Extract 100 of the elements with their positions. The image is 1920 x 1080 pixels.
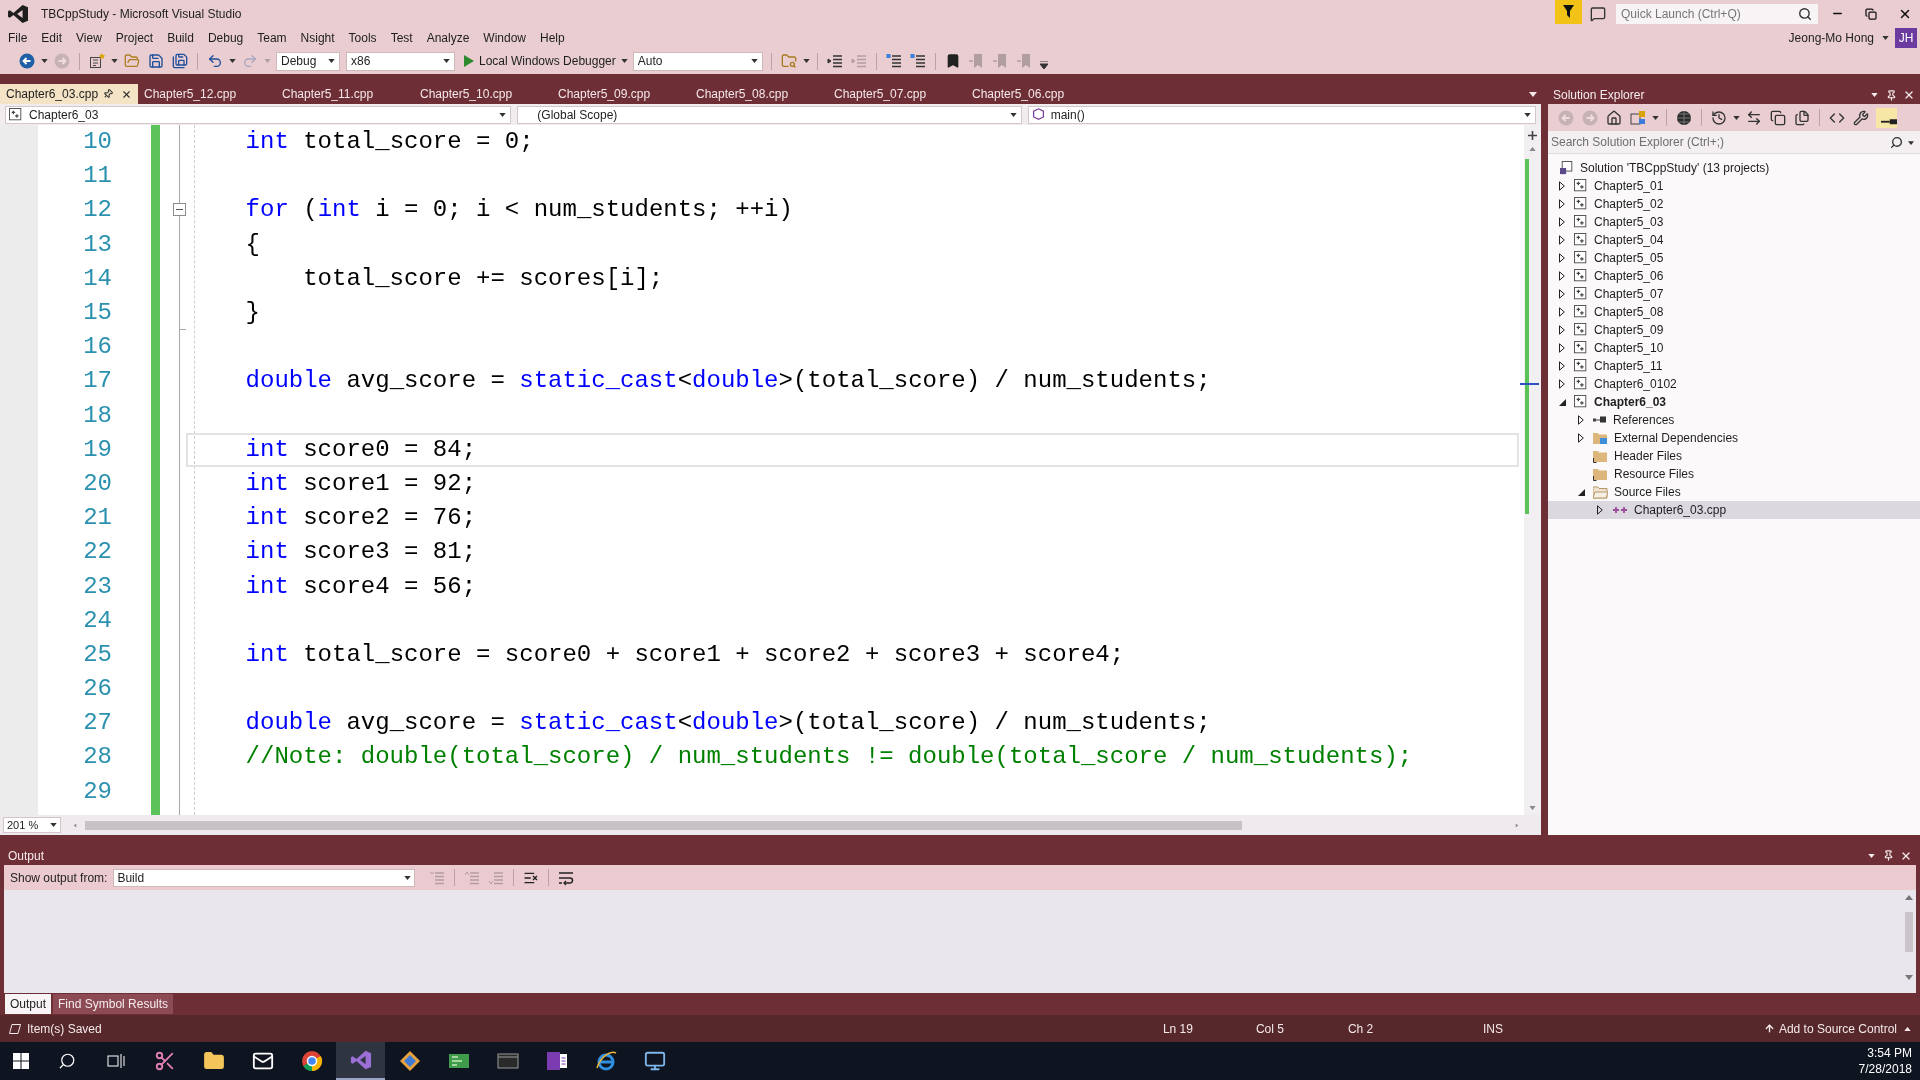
tree-item[interactable]: Chapter5_05 <box>1594 249 1664 267</box>
tree-item[interactable]: Chapter5_08 <box>1594 303 1664 321</box>
menu-item[interactable]: Nsight <box>293 26 342 49</box>
toolbar-dropdown[interactable]: x86 <box>346 51 455 71</box>
zoom-dropdown[interactable]: 201 % <box>3 817 61 833</box>
editor-tab[interactable]: Chapter5_09.cpp <box>552 84 690 104</box>
save-icon[interactable] <box>148 53 164 69</box>
save-all-icon[interactable] <box>172 53 188 69</box>
quick-launch-field[interactable]: Quick Launch (Ctrl+Q) <box>1616 3 1818 24</box>
terminal-icon[interactable] <box>496 1052 519 1070</box>
search-icon[interactable] <box>57 1052 76 1070</box>
dropdown-caret-icon[interactable] <box>328 59 335 63</box>
scroll-up-icon[interactable] <box>1529 147 1536 151</box>
tree-item[interactable]: Header Files <box>1614 447 1683 465</box>
menu-item[interactable]: Tools <box>341 26 384 49</box>
dropdown-caret-icon[interactable] <box>1882 35 1889 40</box>
source-control-button[interactable]: Add to Source Control <box>1778 1019 1897 1038</box>
expand-arrow-icon[interactable] <box>1559 379 1565 389</box>
scrollbar-thumb[interactable] <box>1904 912 1913 952</box>
task-view-icon[interactable] <box>106 1053 125 1069</box>
active-taskbar-button[interactable] <box>336 1042 385 1080</box>
tab-list-caret-icon[interactable] <box>1529 91 1537 97</box>
expand-arrow-icon[interactable] <box>1559 307 1565 317</box>
expand-arrow-icon[interactable] <box>1578 415 1584 425</box>
menu-item[interactable]: Project <box>108 26 161 49</box>
dropdown-caret-icon[interactable] <box>41 59 48 63</box>
collapse-icon[interactable] <box>173 203 186 217</box>
home-icon[interactable] <box>1606 109 1622 126</box>
search-icon[interactable] <box>1798 6 1812 21</box>
dropdown-caret-icon[interactable] <box>1524 112 1531 117</box>
word-wrap-icon[interactable] <box>558 869 575 886</box>
dropdown-caret-icon[interactable] <box>404 875 412 880</box>
diamond-icon[interactable] <box>398 1050 421 1072</box>
tree-item[interactable]: Chapter5_10 <box>1594 339 1664 357</box>
menu-item[interactable]: File <box>1 26 35 49</box>
expand-arrow-icon[interactable] <box>1559 325 1565 335</box>
up-arrow-icon[interactable] <box>1763 1023 1775 1034</box>
tree-item[interactable]: Source Files <box>1614 483 1681 501</box>
menu-item[interactable]: View <box>69 26 109 49</box>
tree-item[interactable]: Chapter6_0102 <box>1594 375 1677 393</box>
panel-tab[interactable]: Output <box>5 994 52 1014</box>
expand-arrow-icon[interactable] <box>1597 505 1603 515</box>
pin-icon[interactable] <box>1886 89 1897 101</box>
undo-icon[interactable] <box>207 53 223 69</box>
tree-item[interactable]: Resource Files <box>1614 465 1695 483</box>
editor-tab[interactable]: Chapter5_10.cpp <box>414 84 552 104</box>
expand-arrow-icon[interactable] <box>1559 271 1565 281</box>
editor-tab[interactable]: Chapter5_11.cpp <box>276 84 414 104</box>
tree-item[interactable]: Chapter6_03 <box>1594 393 1667 411</box>
tree-item[interactable]: External Dependencies <box>1614 429 1739 447</box>
restore-icon[interactable] <box>1865 7 1877 20</box>
folder-icon[interactable] <box>202 1050 225 1072</box>
globe-icon[interactable] <box>1676 109 1692 126</box>
dropdown-caret-icon[interactable] <box>802 59 810 63</box>
navigation-dropdown[interactable]: (Global Scope) <box>517 105 1022 124</box>
editor-tab[interactable]: Chapter6_03.cpp <box>0 84 138 104</box>
dropdown-caret-icon[interactable] <box>443 59 450 63</box>
panel-menu-caret-icon[interactable] <box>1868 853 1875 858</box>
editor-tab[interactable]: Chapter5_12.cpp <box>138 84 276 104</box>
navigation-dropdown[interactable]: main() <box>1027 105 1536 124</box>
tree-item[interactable]: Chapter5_09 <box>1594 321 1664 339</box>
scroll-down-icon[interactable] <box>1529 806 1536 810</box>
monitor-icon[interactable] <box>643 1050 666 1072</box>
tree-item[interactable]: Chapter5_11 <box>1594 357 1663 375</box>
dropdown-caret-icon[interactable] <box>1733 115 1740 120</box>
menu-item[interactable]: Help <box>533 26 572 49</box>
close-icon[interactable] <box>121 88 132 100</box>
outdent-icon[interactable] <box>826 53 843 69</box>
panel-tab[interactable]: Find Symbol Results <box>53 994 174 1014</box>
app-logo-icon[interactable] <box>349 1049 372 1071</box>
start-debugger-button[interactable]: Local Windows Debugger <box>464 51 616 71</box>
dropdown-caret-icon[interactable] <box>1908 141 1914 145</box>
search-field[interactable]: Search Solution Explorer (Ctrl+;) <box>1548 131 1920 153</box>
dropdown-caret-icon[interactable] <box>50 823 57 827</box>
expand-arrow-icon[interactable] <box>1559 199 1565 209</box>
close-icon[interactable] <box>1903 89 1915 101</box>
tree-item[interactable]: Chapter5_06 <box>1594 267 1664 285</box>
speech-bubble-icon[interactable] <box>1590 5 1606 22</box>
dropdown-caret-icon[interactable] <box>750 59 758 63</box>
expand-arrow-icon[interactable] <box>1559 361 1565 371</box>
stacked-windows-icon[interactable] <box>1770 109 1786 126</box>
dropdown-caret-icon[interactable] <box>499 112 507 117</box>
tree-item[interactable]: Chapter5_01 <box>1594 177 1664 195</box>
collapse-arrow-icon[interactable] <box>1558 398 1566 406</box>
overflow-caret-icon[interactable] <box>1039 61 1048 69</box>
expand-arrow-icon[interactable] <box>1578 433 1584 443</box>
toolbar-dropdown[interactable]: Auto <box>632 51 763 71</box>
expand-arrow-icon[interactable] <box>1559 181 1565 191</box>
dropdown-caret-icon[interactable] <box>229 59 236 63</box>
expand-arrow-icon[interactable] <box>1559 235 1565 245</box>
uncomment-lines-icon[interactable] <box>909 53 926 69</box>
comment-lines-icon[interactable] <box>885 53 902 69</box>
collapse-arrow-icon[interactable] <box>1577 488 1585 496</box>
editor-tab[interactable]: Chapter5_07.cpp <box>828 84 966 104</box>
menu-item[interactable]: Test <box>383 26 420 49</box>
dropdown-caret-icon[interactable] <box>1652 115 1659 120</box>
menu-item[interactable]: Build <box>160 26 201 49</box>
window-tiles-icon[interactable] <box>1630 109 1646 126</box>
scissors-icon[interactable] <box>153 1050 176 1072</box>
preview-toggle-icon[interactable] <box>1875 107 1897 128</box>
